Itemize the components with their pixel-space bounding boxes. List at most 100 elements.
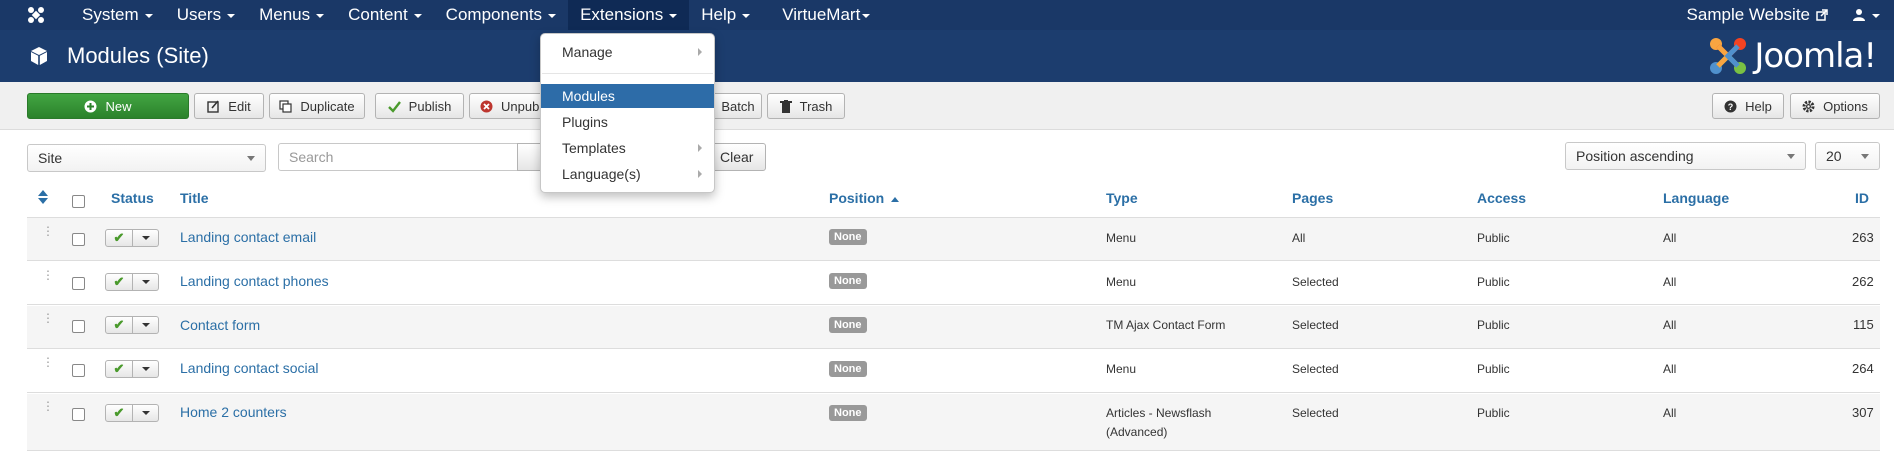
cube-icon [27,44,51,68]
user-menu[interactable] [1840,0,1894,30]
status-dropdown-button[interactable] [133,404,159,422]
select-all-checkbox[interactable] [72,195,85,208]
search-input[interactable] [278,143,518,171]
module-title-link[interactable]: Landing contact social [180,360,319,376]
menu-item-templates[interactable]: Templates [541,136,714,160]
edit-button[interactable]: Edit [194,93,264,119]
main-menu: System Users Menus Content Components Ex… [70,0,882,30]
user-icon [1853,9,1865,21]
list-limit-select[interactable]: 20 [1815,142,1880,170]
menu-extensions[interactable]: Extensions [568,0,690,30]
status-dropdown-button[interactable] [133,316,159,334]
module-language: All [1663,231,1677,245]
column-header-type[interactable]: Type [1106,190,1138,206]
caret-down-icon [141,280,150,284]
menu-users[interactable]: Users [165,0,247,30]
column-header-pages[interactable]: Pages [1292,190,1333,206]
drag-handle-icon[interactable]: ⋮ [42,356,54,368]
caret-down-icon [141,236,150,240]
module-title-link[interactable]: Contact form [180,317,260,333]
sort-select[interactable]: Position ascending [1565,142,1806,170]
edit-icon [207,99,220,113]
menu-help[interactable]: Help [689,0,762,30]
menu-virtuemart[interactable]: VirtueMart [770,0,882,30]
trash-icon [779,99,792,113]
module-type: Menu [1106,231,1137,245]
drag-handle-icon[interactable]: ⋮ [42,312,54,324]
module-access: Public [1477,406,1510,420]
module-access: Public [1477,231,1510,245]
column-header-access[interactable]: Access [1477,190,1526,206]
status-dropdown-button[interactable] [133,229,159,247]
module-title-link[interactable]: Landing contact phones [180,273,329,289]
status-dropdown-button[interactable] [133,360,159,378]
status-toggle: ✔ [105,273,159,291]
unpublish-button[interactable]: Unpubl [469,93,551,119]
menu-components[interactable]: Components [434,0,568,30]
menu-item-plugins[interactable]: Plugins [541,110,714,134]
caret-down-icon [227,14,236,18]
position-badge: None [829,405,867,421]
page-title: Modules (Site) [67,43,209,68]
module-title-link[interactable]: Home 2 counters [180,404,287,420]
column-header-position[interactable]: Position [829,190,900,206]
row-checkbox[interactable] [72,364,85,377]
module-type: Menu [1106,362,1137,376]
module-language: All [1663,406,1677,420]
row-checkbox[interactable] [72,320,85,333]
joomla-brand-logo: Joomla! [1708,36,1877,76]
published-check-button[interactable]: ✔ [105,273,133,291]
module-access: Public [1477,318,1510,332]
help-button[interactable]: ? Help [1712,93,1784,119]
menu-content[interactable]: Content [336,0,434,30]
menu-menus[interactable]: Menus [247,0,336,30]
module-pages: All [1292,231,1306,245]
options-button[interactable]: Options [1790,93,1880,119]
row-checkbox[interactable] [72,277,85,290]
status-toggle: ✔ [105,229,159,247]
column-header-id[interactable]: ID [1855,190,1869,206]
menu-item-languages[interactable]: Language(s) [541,162,714,186]
sort-asc-icon [891,196,900,202]
navbar-right: Sample Website [1675,0,1894,30]
menu-item-manage[interactable]: Manage [541,40,714,64]
joomla-logo-icon[interactable] [18,0,54,30]
caret-down-icon [413,14,422,18]
chevron-right-icon [698,170,702,178]
new-button[interactable]: New [27,93,189,119]
duplicate-button[interactable]: Duplicate [269,93,365,119]
column-header-language[interactable]: Language [1663,190,1729,206]
module-title-link[interactable]: Landing contact email [180,229,316,245]
row-checkbox[interactable] [72,408,85,421]
ordering-sort-icon[interactable] [38,190,48,207]
publish-button[interactable]: Publish [375,93,464,119]
module-language: All [1663,318,1677,332]
drag-handle-icon[interactable]: ⋮ [42,400,54,412]
module-pages: Selected [1292,362,1339,376]
menu-system[interactable]: System [70,0,165,30]
caret-down-icon [144,14,153,18]
drag-handle-icon[interactable]: ⋮ [42,269,54,281]
published-check-button[interactable]: ✔ [105,360,133,378]
row-checkbox[interactable] [72,233,85,246]
client-select[interactable]: Site [27,144,266,172]
position-badge: None [829,361,867,377]
caret-down-icon [141,411,150,415]
caret-down-icon [548,14,557,18]
column-header-status[interactable]: Status [111,190,154,206]
trash-button[interactable]: Trash [767,93,845,119]
module-type: TM Ajax Contact Form [1106,318,1226,332]
sample-website-link[interactable]: Sample Website [1675,0,1840,30]
module-id: 307 [1852,405,1874,420]
published-check-button[interactable]: ✔ [105,316,133,334]
column-header-title[interactable]: Title [180,190,209,206]
published-check-button[interactable]: ✔ [105,404,133,422]
caret-down-icon [316,14,325,18]
drag-handle-icon[interactable]: ⋮ [42,225,54,237]
published-check-button[interactable]: ✔ [105,229,133,247]
menu-item-modules[interactable]: Modules [541,84,714,108]
chevron-down-icon [1861,154,1869,159]
status-dropdown-button[interactable] [133,273,159,291]
module-type-continued: (Advanced) [1106,425,1168,439]
caret-down-icon [862,14,871,18]
